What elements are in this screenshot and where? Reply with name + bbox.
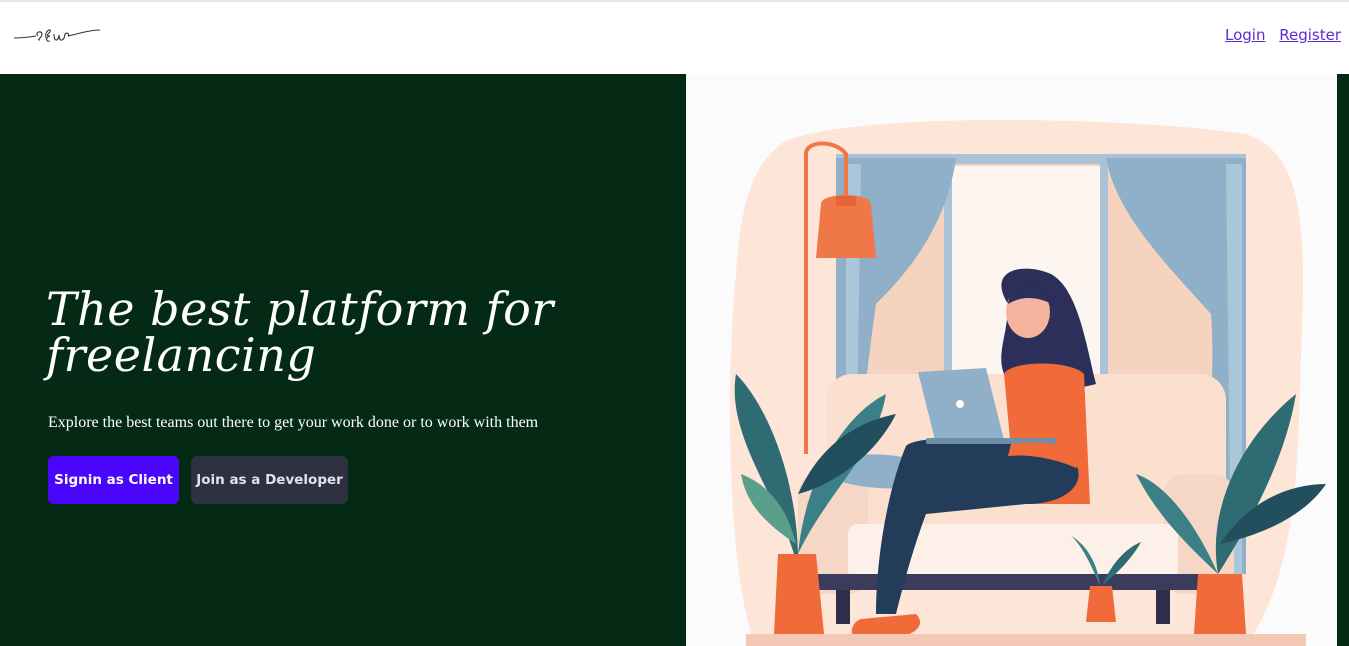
- login-link[interactable]: Login: [1225, 26, 1265, 44]
- script-logo-icon[interactable]: [12, 22, 104, 50]
- hero-subtitle: Explore the best teams out there to get …: [48, 414, 539, 431]
- signin-client-button[interactable]: Signin as Client: [48, 456, 179, 504]
- nav-links: Login Register: [1216, 26, 1341, 44]
- navbar: Login Register: [0, 2, 1349, 74]
- hero-section: The best platform for freelancing Explor…: [0, 74, 1349, 646]
- register-link[interactable]: Register: [1279, 26, 1341, 44]
- woman-working-on-laptop-illustration: [686, 74, 1337, 646]
- hero-title: The best platform for freelancing: [46, 282, 554, 382]
- join-developer-button[interactable]: Join as a Developer: [191, 456, 348, 504]
